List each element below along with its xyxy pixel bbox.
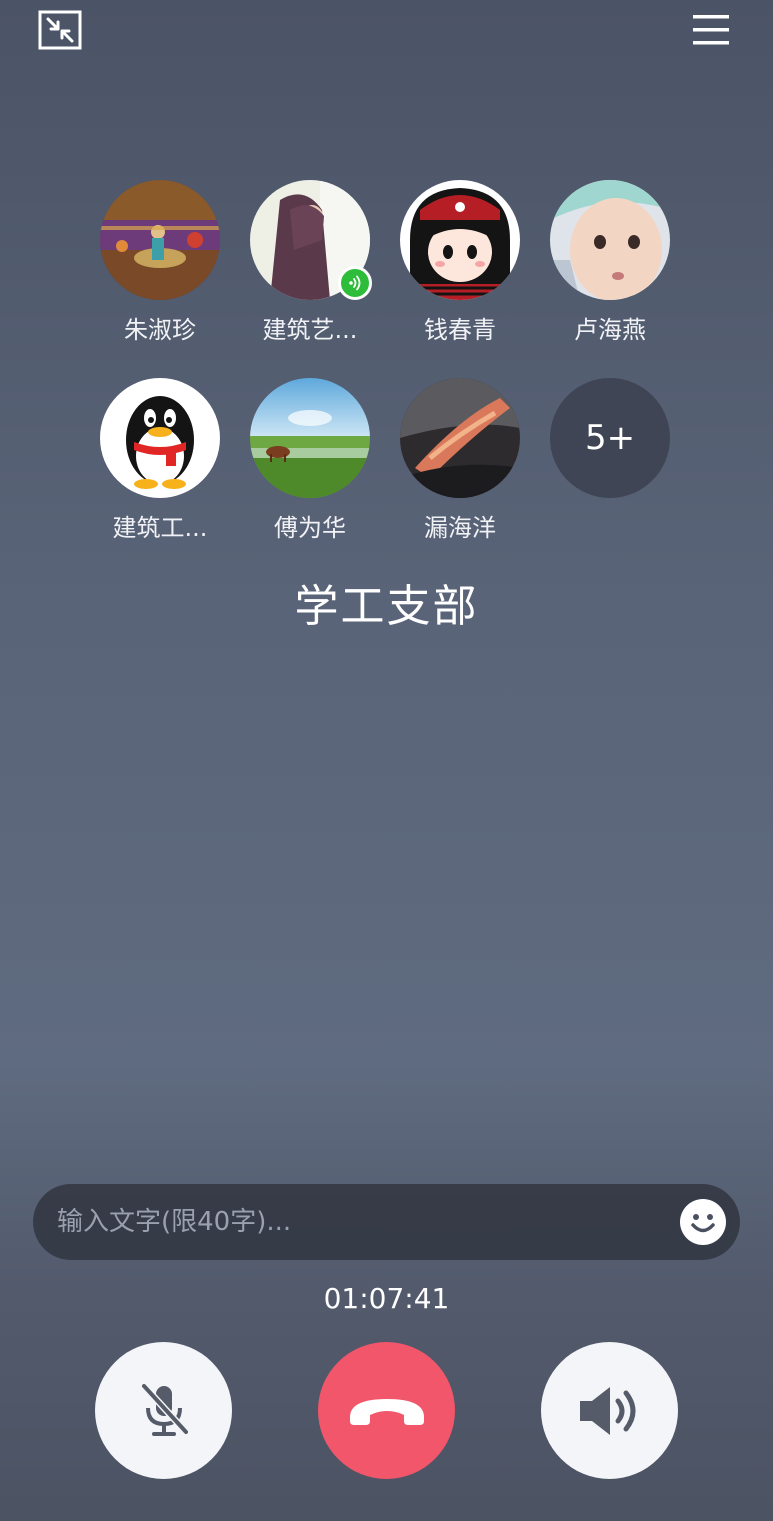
chat-text-input[interactable] [55,1206,680,1238]
smile-emoji-icon [691,1214,715,1233]
speaker-icon [579,1386,635,1435]
mic-muted-icon [140,1382,189,1436]
avatar [400,378,520,498]
participant-item[interactable]: 傅为华 [250,378,370,544]
participant-name: 卢海燕 [574,316,646,344]
minimize-button[interactable] [38,8,82,52]
participant-item[interactable]: 朱淑珍 [100,180,220,346]
participant-item[interactable]: 建筑工... [100,378,220,544]
more-participants-count: 5+ [550,378,670,498]
participant-item[interactable]: 卢海燕 [550,180,670,346]
game-scene-avatar [100,180,220,300]
participant-item[interactable]: 建筑艺... [250,180,372,346]
baby-photo-avatar [550,180,670,300]
call-timer: 01:07:41 [323,1282,450,1315]
group-title: 学工支部 [294,581,479,632]
grassland-cow-avatar [250,378,370,498]
participant-name: 钱春青 [424,316,496,344]
avatar [100,180,220,300]
hamburger-menu-icon [693,15,729,45]
more-participants-button[interactable]: 5+ [550,378,670,544]
participant-name: 傅为华 [274,514,346,542]
avatar [550,180,670,300]
participant-name: 漏海洋 [424,514,496,542]
voice-wave-icon [349,275,361,291]
participant-name: 建筑艺... [262,316,358,344]
speaking-indicator [338,266,372,300]
avatar [250,180,372,300]
participant-item[interactable]: 钱春青 [400,180,520,346]
phone-hangup-icon [349,1398,424,1425]
sunset-cloud-avatar [400,378,520,498]
avatar [250,378,370,498]
avatar [400,180,520,300]
hangup-button[interactable] [318,1342,455,1479]
menu-button[interactable] [689,8,733,52]
participant-name: 建筑工... [112,514,208,542]
participant-grid: 朱淑珍 建筑艺... 钱春青 卢海燕 建筑工... 傅为华 漏海洋 5+ [100,180,674,544]
participant-name: 朱淑珍 [124,316,196,344]
minimize-window-icon [38,10,82,50]
emoji-button[interactable] [680,1199,726,1245]
avatar [100,378,220,498]
participant-item[interactable]: 漏海洋 [400,378,520,544]
speaker-button[interactable] [541,1342,678,1479]
pirate-girl-cartoon-avatar [400,180,520,300]
mute-button[interactable] [95,1342,232,1479]
chat-input-bar [33,1184,740,1260]
penguin-avatar [100,378,220,498]
